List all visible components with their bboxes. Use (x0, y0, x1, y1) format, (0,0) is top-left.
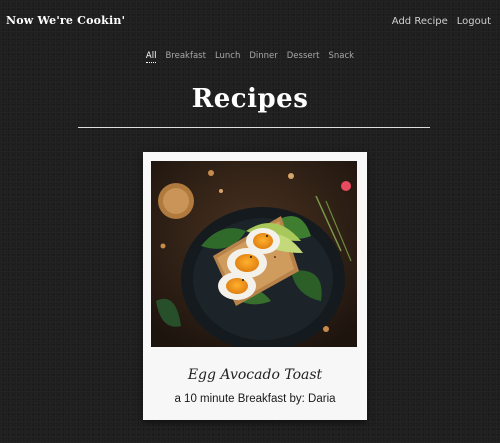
filter-breakfast[interactable]: Breakfast (165, 51, 205, 63)
filter-dinner[interactable]: Dinner (249, 51, 277, 63)
brand-logo[interactable]: Now We're Cookin' (6, 14, 125, 27)
top-bar: Now We're Cookin' Add Recipe Logout (0, 0, 500, 44)
recipe-photo (151, 161, 357, 347)
top-nav: Add Recipe Logout (392, 16, 491, 27)
recipe-title[interactable]: Egg Avocado Toast (143, 367, 367, 383)
logout-link[interactable]: Logout (457, 16, 491, 27)
filter-dessert[interactable]: Dessert (287, 51, 320, 63)
filter-lunch[interactable]: Lunch (215, 51, 240, 63)
add-recipe-link[interactable]: Add Recipe (392, 16, 448, 27)
filter-snack[interactable]: Snack (328, 51, 354, 63)
filter-all[interactable]: All (145, 51, 157, 63)
category-filter-bar: All Breakfast Lunch Dinner Dessert Snack (0, 51, 500, 63)
page-title: Recipes (191, 84, 309, 114)
title-divider (78, 127, 430, 128)
recipe-subtitle: a 10 minute Breakfast by: Daria (174, 393, 336, 405)
recipe-card[interactable]: Egg Avocado Toast a 10 minute Breakfast … (143, 152, 367, 420)
